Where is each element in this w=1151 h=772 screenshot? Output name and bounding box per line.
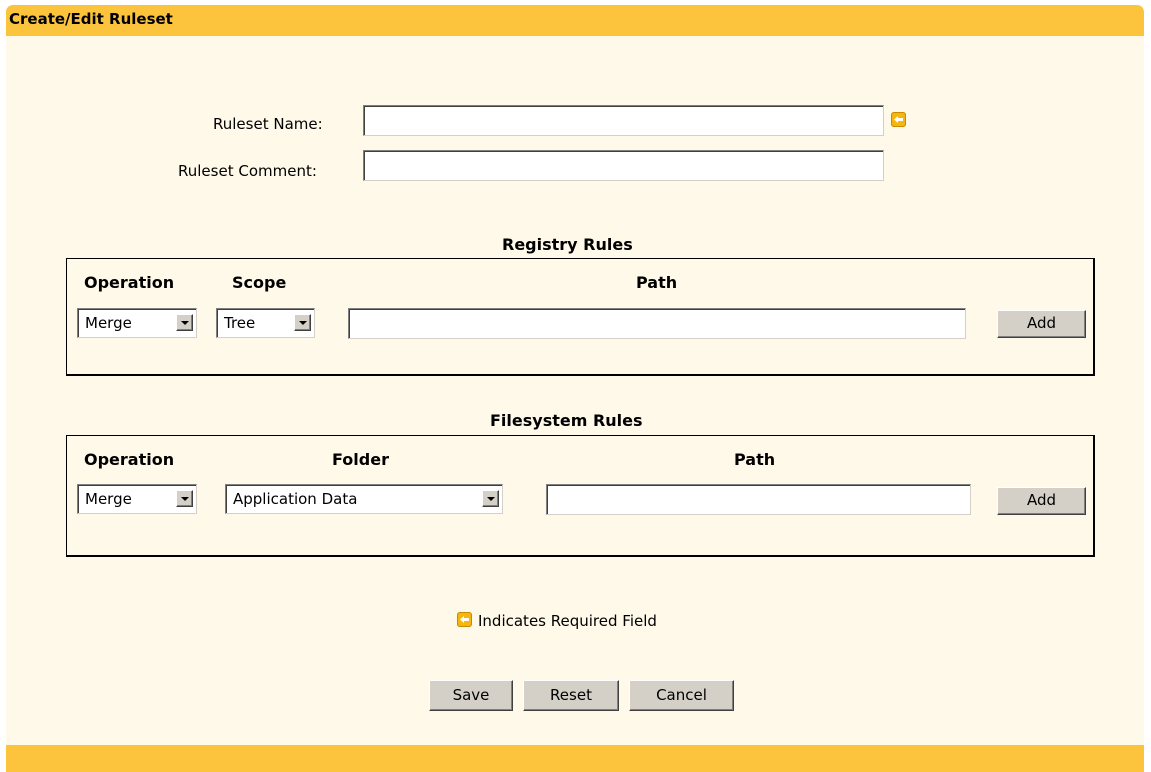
filesystem-folder-value: Application Data <box>233 490 358 508</box>
filesystem-folder-header: Folder <box>332 450 389 469</box>
filesystem-operation-select[interactable]: Merge <box>77 484 197 514</box>
registry-rules-box: Operation Scope Path Merge Tree Add <box>66 258 1095 376</box>
filesystem-folder-select[interactable]: Application Data <box>225 484 503 514</box>
chevron-down-icon[interactable] <box>294 314 311 331</box>
registry-path-header: Path <box>636 273 678 292</box>
reset-button[interactable]: Reset <box>523 680 619 711</box>
registry-scope-select[interactable]: Tree <box>216 308 315 338</box>
filesystem-operation-value: Merge <box>85 490 132 508</box>
registry-operation-header: Operation <box>84 273 175 292</box>
registry-scope-value: Tree <box>224 314 256 332</box>
filesystem-add-button[interactable]: Add <box>997 487 1086 515</box>
registry-operation-value: Merge <box>85 314 132 332</box>
footer-bar <box>6 745 1144 772</box>
filesystem-operation-header: Operation <box>84 450 175 469</box>
ruleset-name-label: Ruleset Name: <box>213 115 323 133</box>
registry-operation-select[interactable]: Merge <box>77 308 197 338</box>
ruleset-comment-label: Ruleset Comment: <box>178 162 317 180</box>
ruleset-name-input[interactable] <box>363 105 884 136</box>
chevron-down-icon[interactable] <box>176 314 193 331</box>
ruleset-panel: Create/Edit Ruleset Ruleset Name: Rulese… <box>6 5 1144 772</box>
page-title: Create/Edit Ruleset <box>9 10 173 28</box>
registry-scope-header: Scope <box>232 273 287 292</box>
ruleset-comment-input[interactable] <box>363 150 884 181</box>
required-field-legend: Indicates Required Field <box>478 612 657 630</box>
cancel-button[interactable]: Cancel <box>629 680 734 711</box>
chevron-down-icon[interactable] <box>176 490 193 507</box>
chevron-down-icon[interactable] <box>482 490 499 507</box>
registry-add-button[interactable]: Add <box>997 310 1086 338</box>
registry-rules-title: Registry Rules <box>502 235 633 254</box>
filesystem-path-header: Path <box>734 450 776 469</box>
registry-path-input[interactable] <box>348 308 966 339</box>
title-bar: Create/Edit Ruleset <box>6 5 1144 36</box>
required-arrow-icon <box>457 612 472 627</box>
filesystem-rules-title: Filesystem Rules <box>490 411 643 430</box>
filesystem-rules-box: Operation Folder Path Merge Application … <box>66 435 1095 557</box>
required-arrow-icon <box>891 112 906 127</box>
filesystem-path-input[interactable] <box>546 484 971 515</box>
save-button[interactable]: Save <box>429 680 513 711</box>
